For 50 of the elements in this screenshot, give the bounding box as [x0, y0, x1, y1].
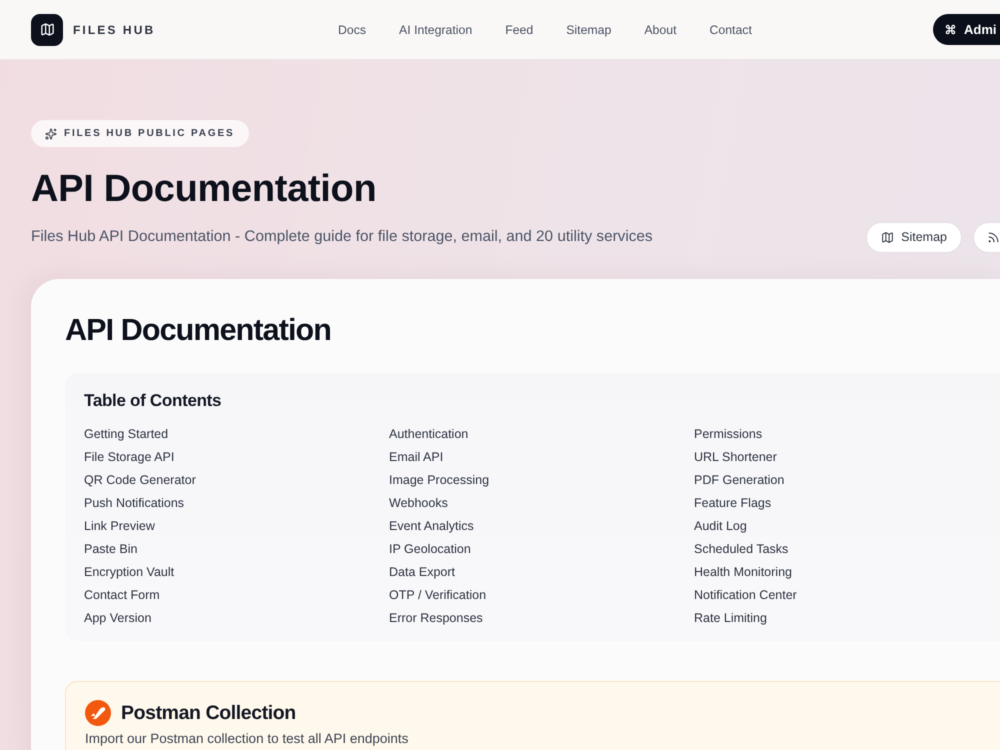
toc-link[interactable]: Paste Bin [84, 538, 138, 561]
toc-link[interactable]: Scheduled Tasks [694, 538, 788, 561]
toc-link[interactable]: Permissions [694, 423, 762, 446]
section-badge: FILES HUB PUBLIC PAGES [31, 120, 249, 147]
command-icon [945, 24, 956, 35]
toc-link[interactable]: URL Shortener [694, 446, 777, 469]
rss-button[interactable] [973, 222, 1000, 252]
nav-link[interactable]: Docs [338, 22, 366, 36]
nav-link[interactable]: Sitemap [566, 22, 612, 36]
toc-link[interactable]: Link Preview [84, 515, 155, 538]
nav-link[interactable]: Feed [505, 22, 534, 36]
toc-link[interactable]: IP Geolocation [389, 538, 471, 561]
toc-link[interactable]: PDF Generation [694, 469, 784, 492]
toc-link[interactable]: Webhooks [389, 492, 448, 515]
toc-link[interactable]: App Version [84, 607, 152, 630]
toc-link[interactable]: Rate Limiting [694, 607, 767, 630]
page-subtitle: Files Hub API Documentation - Complete guide for file storage, email, and 20 utility services [31, 228, 653, 246]
toc-link[interactable]: OTP / Verification [389, 584, 486, 607]
toc-link[interactable]: Audit Log [694, 515, 747, 538]
toc-link[interactable]: Authentication [389, 423, 468, 446]
toc-link[interactable]: Push Notifications [84, 492, 184, 515]
toc-title: Table of Contents [84, 391, 222, 411]
sparkles-icon [45, 128, 57, 140]
map-logo-icon[interactable] [31, 14, 63, 46]
rss-icon [987, 230, 1000, 244]
toc-link[interactable]: Event Analytics [389, 515, 474, 538]
toc-link[interactable]: Getting Started [84, 423, 168, 446]
toc-link[interactable]: Image Processing [389, 469, 490, 492]
toc-link[interactable]: Feature Flags [694, 492, 772, 515]
postman-title: Postman Collection [121, 702, 296, 724]
toc-link[interactable]: Data Export [389, 561, 456, 584]
nav-link[interactable]: AI Integration [399, 22, 472, 36]
toc-link[interactable]: QR Code Generator [84, 469, 196, 492]
page-title: API Documentation [31, 167, 378, 211]
nav-link[interactable]: About [644, 22, 676, 36]
toc-link[interactable]: Email API [389, 446, 444, 469]
admin-button[interactable]: Admi [933, 14, 1000, 45]
toc-link[interactable]: Contact Form [84, 584, 160, 607]
toc-link[interactable]: Notification Center [694, 584, 797, 607]
toc-link[interactable]: Health Monitoring [694, 561, 792, 584]
toc-link[interactable]: Error Responses [389, 607, 483, 630]
map-icon [881, 230, 894, 244]
postman-text: Import our Postman collection to test all API endpoints [85, 731, 410, 747]
sitemap-button[interactable]: Sitemap [866, 222, 962, 252]
brand-name: FILES HUB [73, 22, 156, 36]
toc-link[interactable]: File Storage API [84, 446, 174, 469]
toc-link[interactable]: Encryption Vault [84, 561, 174, 584]
card-title: API Documentation [65, 313, 332, 347]
nav-link[interactable]: Contact [709, 22, 752, 36]
logo-icon [85, 700, 111, 726]
